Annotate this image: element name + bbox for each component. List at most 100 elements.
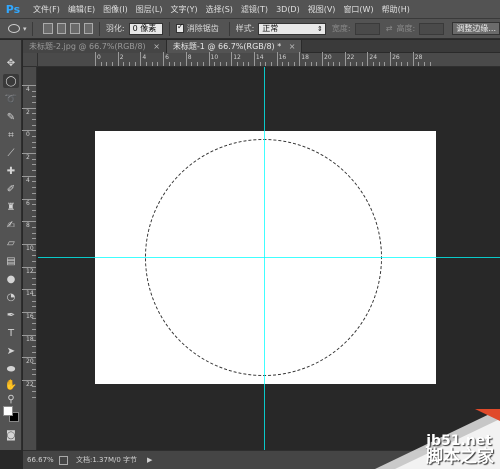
ruler-tick	[32, 124, 36, 126]
horizontal-ruler[interactable]: 0 2 4 6 8 10 12 14 16 18 20 22 24 26 28	[38, 52, 500, 67]
tab-document-1[interactable]: 未标题-1 @ 66.7%(RGB/8) * ×	[166, 40, 303, 53]
elliptical-marquee-tool-icon[interactable]: ◯	[3, 74, 19, 88]
zoom-tool-icon[interactable]: ⚲	[3, 392, 19, 406]
ruler-tick-label: 8	[187, 54, 192, 61]
ruler-tick	[225, 62, 227, 66]
crop-tool-icon[interactable]: ⌗	[3, 128, 19, 142]
ruler-tick-label: 10	[210, 54, 219, 61]
dodge-tool-icon[interactable]: ◔	[3, 290, 19, 304]
ruler-tick-label: 4	[26, 86, 30, 93]
chevron-down-icon[interactable]: ▾	[23, 25, 27, 33]
clone-stamp-tool-icon[interactable]: ♜	[3, 200, 19, 214]
ruler-tick	[168, 62, 170, 66]
menu-type[interactable]: 文字(Y)	[166, 4, 201, 15]
menu-file[interactable]: 文件(F)	[29, 4, 64, 15]
menu-image[interactable]: 图像(I)	[99, 4, 132, 15]
ruler-tick-label: 8	[26, 222, 30, 230]
quick-mask-icon[interactable]: ◙	[3, 428, 19, 442]
gradient-tool-icon[interactable]: ▤	[3, 254, 19, 268]
path-selection-tool-icon[interactable]: ➤	[3, 344, 19, 358]
ruler-tick	[395, 62, 397, 66]
brush-tool-icon[interactable]: ✐	[3, 182, 19, 196]
menu-bar: Ps 文件(F) 编辑(E) 图像(I) 图层(L) 文字(Y) 选择(S) 滤…	[0, 0, 500, 19]
horizontal-guide[interactable]	[38, 257, 500, 258]
canvas-workspace[interactable]	[38, 67, 500, 450]
ruler-tick	[32, 158, 36, 160]
ruler-tick	[32, 113, 36, 115]
ruler-tick	[231, 52, 233, 66]
ruler-tick-label: 0	[97, 54, 101, 61]
vertical-guide[interactable]	[264, 67, 265, 450]
history-brush-tool-icon[interactable]: ✍	[3, 218, 19, 232]
menu-help[interactable]: 帮助(H)	[378, 4, 414, 15]
new-selection-button[interactable]	[43, 23, 53, 34]
ruler-tick-label: 28	[414, 54, 423, 61]
zoom-level[interactable]: 66.67%	[27, 456, 59, 464]
height-label: 高度:	[396, 24, 416, 33]
subtract-from-selection-button[interactable]	[70, 23, 80, 34]
ruler-tick	[32, 209, 36, 211]
ruler-tick	[32, 147, 36, 149]
pen-tool-icon[interactable]: ✒	[3, 308, 19, 322]
ruler-tick-label: 12	[26, 267, 34, 275]
ruler-tick	[22, 175, 36, 177]
ruler-tick	[253, 52, 255, 66]
ruler-tick	[322, 52, 323, 66]
ruler-tick	[202, 62, 204, 66]
vertical-ruler[interactable]: 4 2 0 2 4 6 8 10 12 14 16 18 20 22	[22, 67, 37, 450]
close-icon[interactable]: ×	[289, 42, 296, 51]
document-info-icon[interactable]	[59, 455, 68, 465]
ruler-tick	[32, 90, 36, 92]
ruler-tick	[22, 130, 36, 132]
menu-filter[interactable]: 滤镜(T)	[237, 4, 272, 15]
ruler-tick	[32, 300, 36, 302]
ruler-tick	[32, 363, 36, 365]
swap-icon[interactable]: ⇄	[386, 24, 393, 33]
status-menu-arrow-icon[interactable]: ▶	[147, 456, 152, 464]
intersect-selection-button[interactable]	[83, 23, 94, 34]
antialias-checkbox[interactable]	[175, 22, 184, 33]
quick-selection-tool-icon[interactable]: ✎	[3, 110, 19, 124]
ruler-tick	[32, 374, 36, 376]
ruler-tick	[32, 283, 36, 285]
menu-window[interactable]: 窗口(W)	[339, 4, 377, 15]
eyedropper-tool-icon[interactable]: ⟋	[3, 146, 19, 160]
feather-input[interactable]: 0 像素	[128, 22, 164, 35]
width-label: 宽度:	[331, 24, 351, 33]
menu-3d[interactable]: 3D(D)	[272, 5, 304, 14]
blur-tool-icon[interactable]: ●	[3, 272, 19, 286]
ruler-tick	[106, 62, 108, 66]
eraser-tool-icon[interactable]: ▱	[3, 236, 19, 250]
ruler-tick-label: 26	[392, 54, 400, 61]
ruler-tick-label: 6	[26, 199, 30, 207]
menu-select[interactable]: 选择(S)	[202, 4, 237, 15]
style-select[interactable]: 正常	[258, 22, 326, 35]
divider	[169, 21, 170, 36]
ruler-tick	[236, 62, 238, 66]
ruler-tick	[22, 107, 36, 109]
ellipse-shape-tool-icon[interactable]: ⬬	[3, 362, 19, 376]
width-input[interactable]	[354, 22, 380, 35]
ruler-origin[interactable]	[23, 53, 38, 67]
add-to-selection-button[interactable]	[56, 23, 67, 34]
healing-brush-tool-icon[interactable]: ✚	[3, 164, 19, 178]
menu-edit[interactable]: 编辑(E)	[64, 4, 99, 15]
menu-view[interactable]: 视图(V)	[304, 4, 340, 15]
ruler-tick	[339, 62, 341, 66]
ruler-tick	[304, 62, 306, 66]
refine-edge-button[interactable]: 调整边缘...	[452, 22, 500, 35]
menu-layer[interactable]: 图层(L)	[132, 4, 167, 15]
ruler-tick	[361, 62, 363, 66]
ruler-tick	[270, 62, 272, 66]
close-icon[interactable]: ×	[153, 42, 160, 51]
foreground-color-swatch[interactable]	[3, 406, 13, 416]
move-tool-icon[interactable]: ✥	[3, 56, 19, 70]
type-tool-icon[interactable]: T	[3, 326, 19, 340]
ruler-tick	[384, 62, 386, 66]
height-input[interactable]	[419, 22, 445, 35]
ruler-tick	[248, 62, 250, 66]
ellipse-marquee-preset-icon[interactable]	[8, 24, 20, 33]
lasso-tool-icon[interactable]: ➰	[3, 92, 19, 106]
ruler-tick	[32, 119, 36, 121]
hand-tool-icon[interactable]: ✋	[3, 378, 19, 392]
